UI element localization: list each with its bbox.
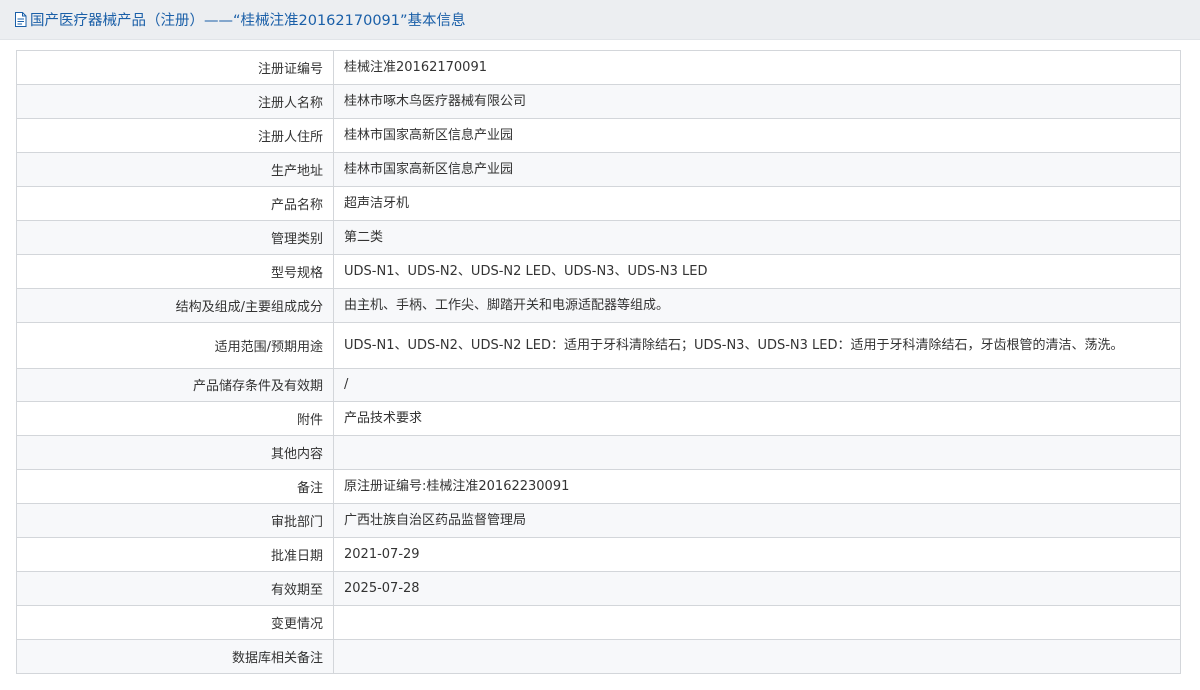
row-label: 型号规格 xyxy=(16,253,334,289)
row-label: 适用范围/预期用途 xyxy=(16,321,334,369)
row-value xyxy=(333,639,1181,674)
table-row: 备注 原注册证编号:桂械注准20162230091 xyxy=(16,469,1181,505)
row-label: 变更情况 xyxy=(16,605,334,640)
row-value: / xyxy=(333,367,1181,403)
row-value: 产品技术要求 xyxy=(333,401,1181,437)
table-row: 注册人名称 桂林市啄木鸟医疗器械有限公司 xyxy=(16,83,1181,119)
table-row: 结构及组成/主要组成成分 由主机、手柄、工作尖、脚踏开关和电源适配器等组成。 xyxy=(16,287,1181,323)
row-value: 桂林市啄木鸟医疗器械有限公司 xyxy=(333,83,1181,119)
row-value: 原注册证编号:桂械注准20162230091 xyxy=(333,469,1181,505)
row-value: 2021-07-29 xyxy=(333,537,1181,573)
table-row: 适用范围/预期用途 UDS-N1、UDS-N2、UDS-N2 LED：适用于牙科清… xyxy=(16,321,1181,369)
table-row: 型号规格 UDS-N1、UDS-N2、UDS-N2 LED、UDS-N3、UDS-… xyxy=(16,253,1181,289)
row-label: 有效期至 xyxy=(16,571,334,607)
page-title: 国产医疗器械产品（注册）——“桂械注准20162170091”基本信息 xyxy=(30,13,466,29)
table-row: 产品名称 超声洁牙机 xyxy=(16,185,1181,221)
row-label: 其他内容 xyxy=(16,435,334,471)
info-panel: 注册证编号 桂械注准20162170091 注册人名称 桂林市啄木鸟医疗器械有限公司… xyxy=(0,40,1200,690)
row-label: 附件 xyxy=(16,401,334,437)
table-row: 批准日期 2021-07-29 xyxy=(16,537,1181,573)
row-label: 生产地址 xyxy=(16,151,334,187)
table-row: 生产地址 桂林市国家高新区信息产业园 xyxy=(16,151,1181,187)
row-value xyxy=(333,605,1181,640)
row-value: 广西壮族自治区药品监督管理局 xyxy=(333,503,1181,539)
registration-info-table: 注册证编号 桂械注准20162170091 注册人名称 桂林市啄木鸟医疗器械有限公司… xyxy=(16,50,1181,674)
document-icon xyxy=(15,12,27,27)
row-label: 数据库相关备注 xyxy=(16,639,334,674)
page-header: 国产医疗器械产品（注册）——“桂械注准20162170091”基本信息 xyxy=(0,0,1200,40)
row-value: UDS-N1、UDS-N2、UDS-N2 LED：适用于牙科清除结石；UDS-N… xyxy=(333,321,1181,369)
row-value: 超声洁牙机 xyxy=(333,185,1181,221)
row-label: 注册证编号 xyxy=(16,50,334,85)
row-label: 结构及组成/主要组成成分 xyxy=(16,287,334,323)
table-row: 变更情况 xyxy=(16,605,1181,640)
row-label: 产品名称 xyxy=(16,185,334,221)
row-value: 2025-07-28 xyxy=(333,571,1181,607)
table-row: 产品储存条件及有效期 / xyxy=(16,367,1181,403)
table-row: 有效期至 2025-07-28 xyxy=(16,571,1181,607)
row-value: 由主机、手柄、工作尖、脚踏开关和电源适配器等组成。 xyxy=(333,287,1181,323)
row-label: 注册人名称 xyxy=(16,83,334,119)
row-label: 注册人住所 xyxy=(16,117,334,153)
table-row: 附件 产品技术要求 xyxy=(16,401,1181,437)
table-row: 审批部门 广西壮族自治区药品监督管理局 xyxy=(16,503,1181,539)
row-value xyxy=(333,435,1181,471)
row-label: 审批部门 xyxy=(16,503,334,539)
table-row: 注册证编号 桂械注准20162170091 xyxy=(16,50,1181,85)
row-label: 备注 xyxy=(16,469,334,505)
table-row: 其他内容 xyxy=(16,435,1181,471)
table-row: 注册人住所 桂林市国家高新区信息产业园 xyxy=(16,117,1181,153)
row-label: 产品储存条件及有效期 xyxy=(16,367,334,403)
row-value: 桂林市国家高新区信息产业园 xyxy=(333,117,1181,153)
row-value: 桂械注准20162170091 xyxy=(333,50,1181,85)
row-value: 桂林市国家高新区信息产业园 xyxy=(333,151,1181,187)
row-label: 管理类别 xyxy=(16,219,334,255)
row-label: 批准日期 xyxy=(16,537,334,573)
table-row: 数据库相关备注 xyxy=(16,639,1181,674)
row-value: UDS-N1、UDS-N2、UDS-N2 LED、UDS-N3、UDS-N3 L… xyxy=(333,253,1181,289)
table-row: 管理类别 第二类 xyxy=(16,219,1181,255)
row-value: 第二类 xyxy=(333,219,1181,255)
